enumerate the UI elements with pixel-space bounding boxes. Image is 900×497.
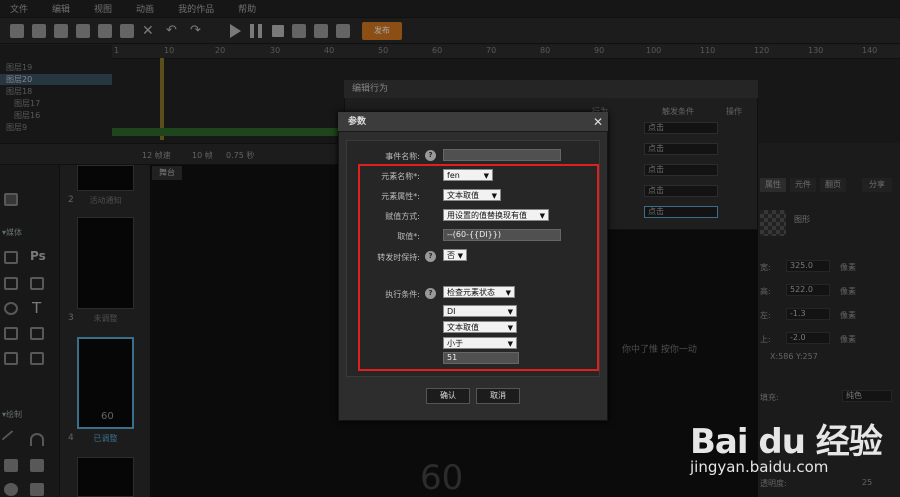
event-name-input[interactable] [443, 149, 561, 161]
confirm-button[interactable]: 确认 [426, 388, 470, 404]
watermark-logo: Bai du 经验 [690, 422, 883, 462]
cancel-button[interactable]: 取消 [476, 388, 520, 404]
watermark-url: jingyan.baidu.com [690, 458, 829, 476]
close-icon[interactable]: ✕ [592, 115, 604, 129]
help-icon[interactable]: ? [425, 150, 436, 161]
params-dialog-title: 参数 [338, 112, 608, 132]
highlight-box [358, 164, 599, 371]
event-name-label: 事件名称: [385, 152, 420, 161]
